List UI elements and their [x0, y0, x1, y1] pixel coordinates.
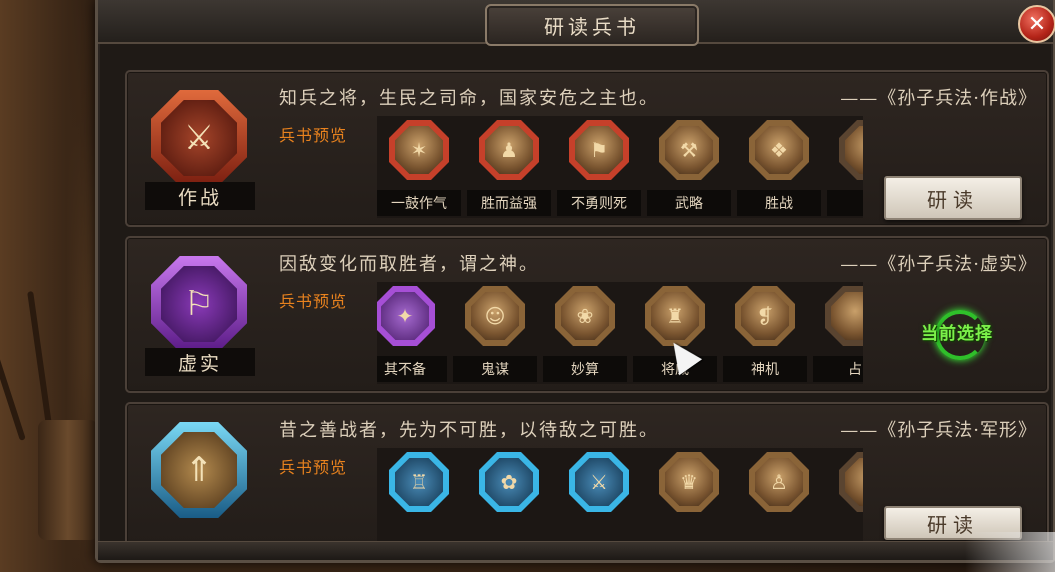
book-panel-zuozhan[interactable]: ⚔ 作战 知兵之将，生民之司命，国家安危之主也。 ——《孙子兵法·作战》 兵书预… [125, 70, 1049, 227]
book-source: ——《孙子兵法·虚实》 [840, 254, 1037, 275]
dialog-header: 研读兵书 [98, 0, 1053, 46]
skill-name: 妙算 [543, 356, 627, 382]
skill-icon: ☺ [465, 286, 525, 346]
skill-icon [839, 120, 863, 180]
book-panel-xushi[interactable]: ⚐ 虚实 因敌变化而取胜者，谓之神。 ——《孙子兵法·虚实》 兵书预览 ✦ 其不… [125, 236, 1049, 393]
skill-icon: ♜ [645, 286, 705, 346]
skill-preview-list: ✶ 一鼓作气 ♟ 胜而益强 ⚑ 不勇则死 ⚒ 武略 ❖ 胜战 [377, 116, 863, 218]
skill-icon: ⚒ [659, 120, 719, 180]
skill-preview-list: ✦ 其不备 ☺ 鬼谋 ❀ 妙算 ♜ 将威 ❡ 神机 占 [377, 282, 863, 384]
skill-icon: ✿ [479, 452, 539, 512]
skill-icon: ⚔ [569, 452, 629, 512]
skill-item[interactable]: ♙ [737, 448, 823, 542]
dialog-bottom-border [98, 541, 1053, 560]
skill-icon: ♖ [389, 452, 449, 512]
skill-item[interactable]: ✶ 一鼓作气 [377, 116, 463, 218]
skill-icon: ✦ [377, 286, 435, 346]
skill-item[interactable]: ⚒ 武略 [647, 116, 733, 218]
skill-icon: ❖ [749, 120, 809, 180]
skill-item[interactable] [827, 116, 863, 218]
book-preview-label: 兵书预览 [279, 126, 348, 145]
book-preview-label: 兵书预览 [279, 458, 348, 477]
book-badge-zuozhan: ⚔ 作战 [145, 90, 255, 210]
banner-flag-icon: ⚐ [151, 256, 247, 352]
book-preview-label: 兵书预览 [279, 292, 348, 311]
skill-item[interactable] [827, 448, 863, 542]
skill-name: 鬼谋 [453, 356, 537, 382]
skill-item[interactable]: ☺ 鬼谋 [453, 282, 539, 384]
close-icon[interactable]: ✕ [1018, 5, 1055, 43]
skill-name [827, 190, 863, 216]
skill-name: 占 [813, 356, 863, 382]
skill-item[interactable]: ✦ 其不备 [377, 282, 449, 384]
book-badge-junxing: ⇑ [145, 422, 255, 542]
book-name: 作战 [145, 182, 255, 210]
skill-item[interactable]: ♟ 胜而益强 [467, 116, 553, 218]
skill-icon [825, 286, 863, 346]
skill-name: 胜而益强 [467, 190, 551, 216]
book-quote: 知兵之将，生民之司命，国家安危之主也。 [279, 88, 659, 109]
background-brush-jar [38, 420, 98, 540]
skill-name: 不勇则死 [557, 190, 641, 216]
study-books-dialog: 研读兵书 ⚔ 作战 知兵之将，生民之司命，国家安危之主也。 ——《孙子兵法·作战… [95, 0, 1055, 563]
current-selection-badge: 当前选择 [921, 323, 993, 344]
book-quote: 因敌变化而取胜者，谓之神。 [279, 254, 539, 275]
skill-icon: ♙ [749, 452, 809, 512]
skill-icon: ❡ [735, 286, 795, 346]
skill-name: 胜战 [737, 190, 821, 216]
skill-icon: ♟ [479, 120, 539, 180]
skill-name: 一鼓作气 [377, 190, 461, 216]
skill-icon: ❀ [555, 286, 615, 346]
book-source: ——《孙子兵法·军形》 [840, 420, 1037, 441]
book-name: 虚实 [145, 348, 255, 376]
skill-item[interactable]: ❖ 胜战 [737, 116, 823, 218]
skill-preview-list: ♖ ✿ ⚔ ♛ ♙ [377, 448, 863, 542]
skill-icon [839, 452, 863, 512]
dialog-title: 研读兵书 [485, 4, 699, 46]
skill-item[interactable]: ⚑ 不勇则死 [557, 116, 643, 218]
skill-item[interactable]: ✿ [467, 448, 553, 542]
skill-item[interactable]: ❀ 妙算 [543, 282, 629, 384]
book-badge-xushi: ⚐ 虚实 [145, 256, 255, 376]
book-quote: 昔之善战者，先为不可胜，以待敌之可胜。 [279, 420, 659, 441]
study-button[interactable]: 研读 [884, 176, 1022, 220]
skill-item[interactable]: ⚔ [557, 448, 643, 542]
skill-item[interactable]: ♖ [377, 448, 463, 542]
skill-item[interactable]: ♛ [647, 448, 733, 542]
shield-arrows-icon: ⇑ [151, 422, 247, 518]
watermark-overlay [965, 532, 1055, 572]
skill-icon: ✶ [389, 120, 449, 180]
skill-icon: ⚑ [569, 120, 629, 180]
skill-item[interactable]: ❡ 神机 [723, 282, 809, 384]
skill-item[interactable]: 占 [813, 282, 863, 384]
skill-name: 其不备 [377, 356, 447, 382]
skill-name: 武略 [647, 190, 731, 216]
crossed-swords-icon: ⚔ [151, 90, 247, 186]
skill-name: 神机 [723, 356, 807, 382]
skill-icon: ♛ [659, 452, 719, 512]
book-source: ——《孙子兵法·作战》 [840, 88, 1037, 109]
book-panel-junxing[interactable]: ⇑ 昔之善战者，先为不可胜，以待敌之可胜。 ——《孙子兵法·军形》 兵书预览 ♖… [125, 402, 1049, 546]
